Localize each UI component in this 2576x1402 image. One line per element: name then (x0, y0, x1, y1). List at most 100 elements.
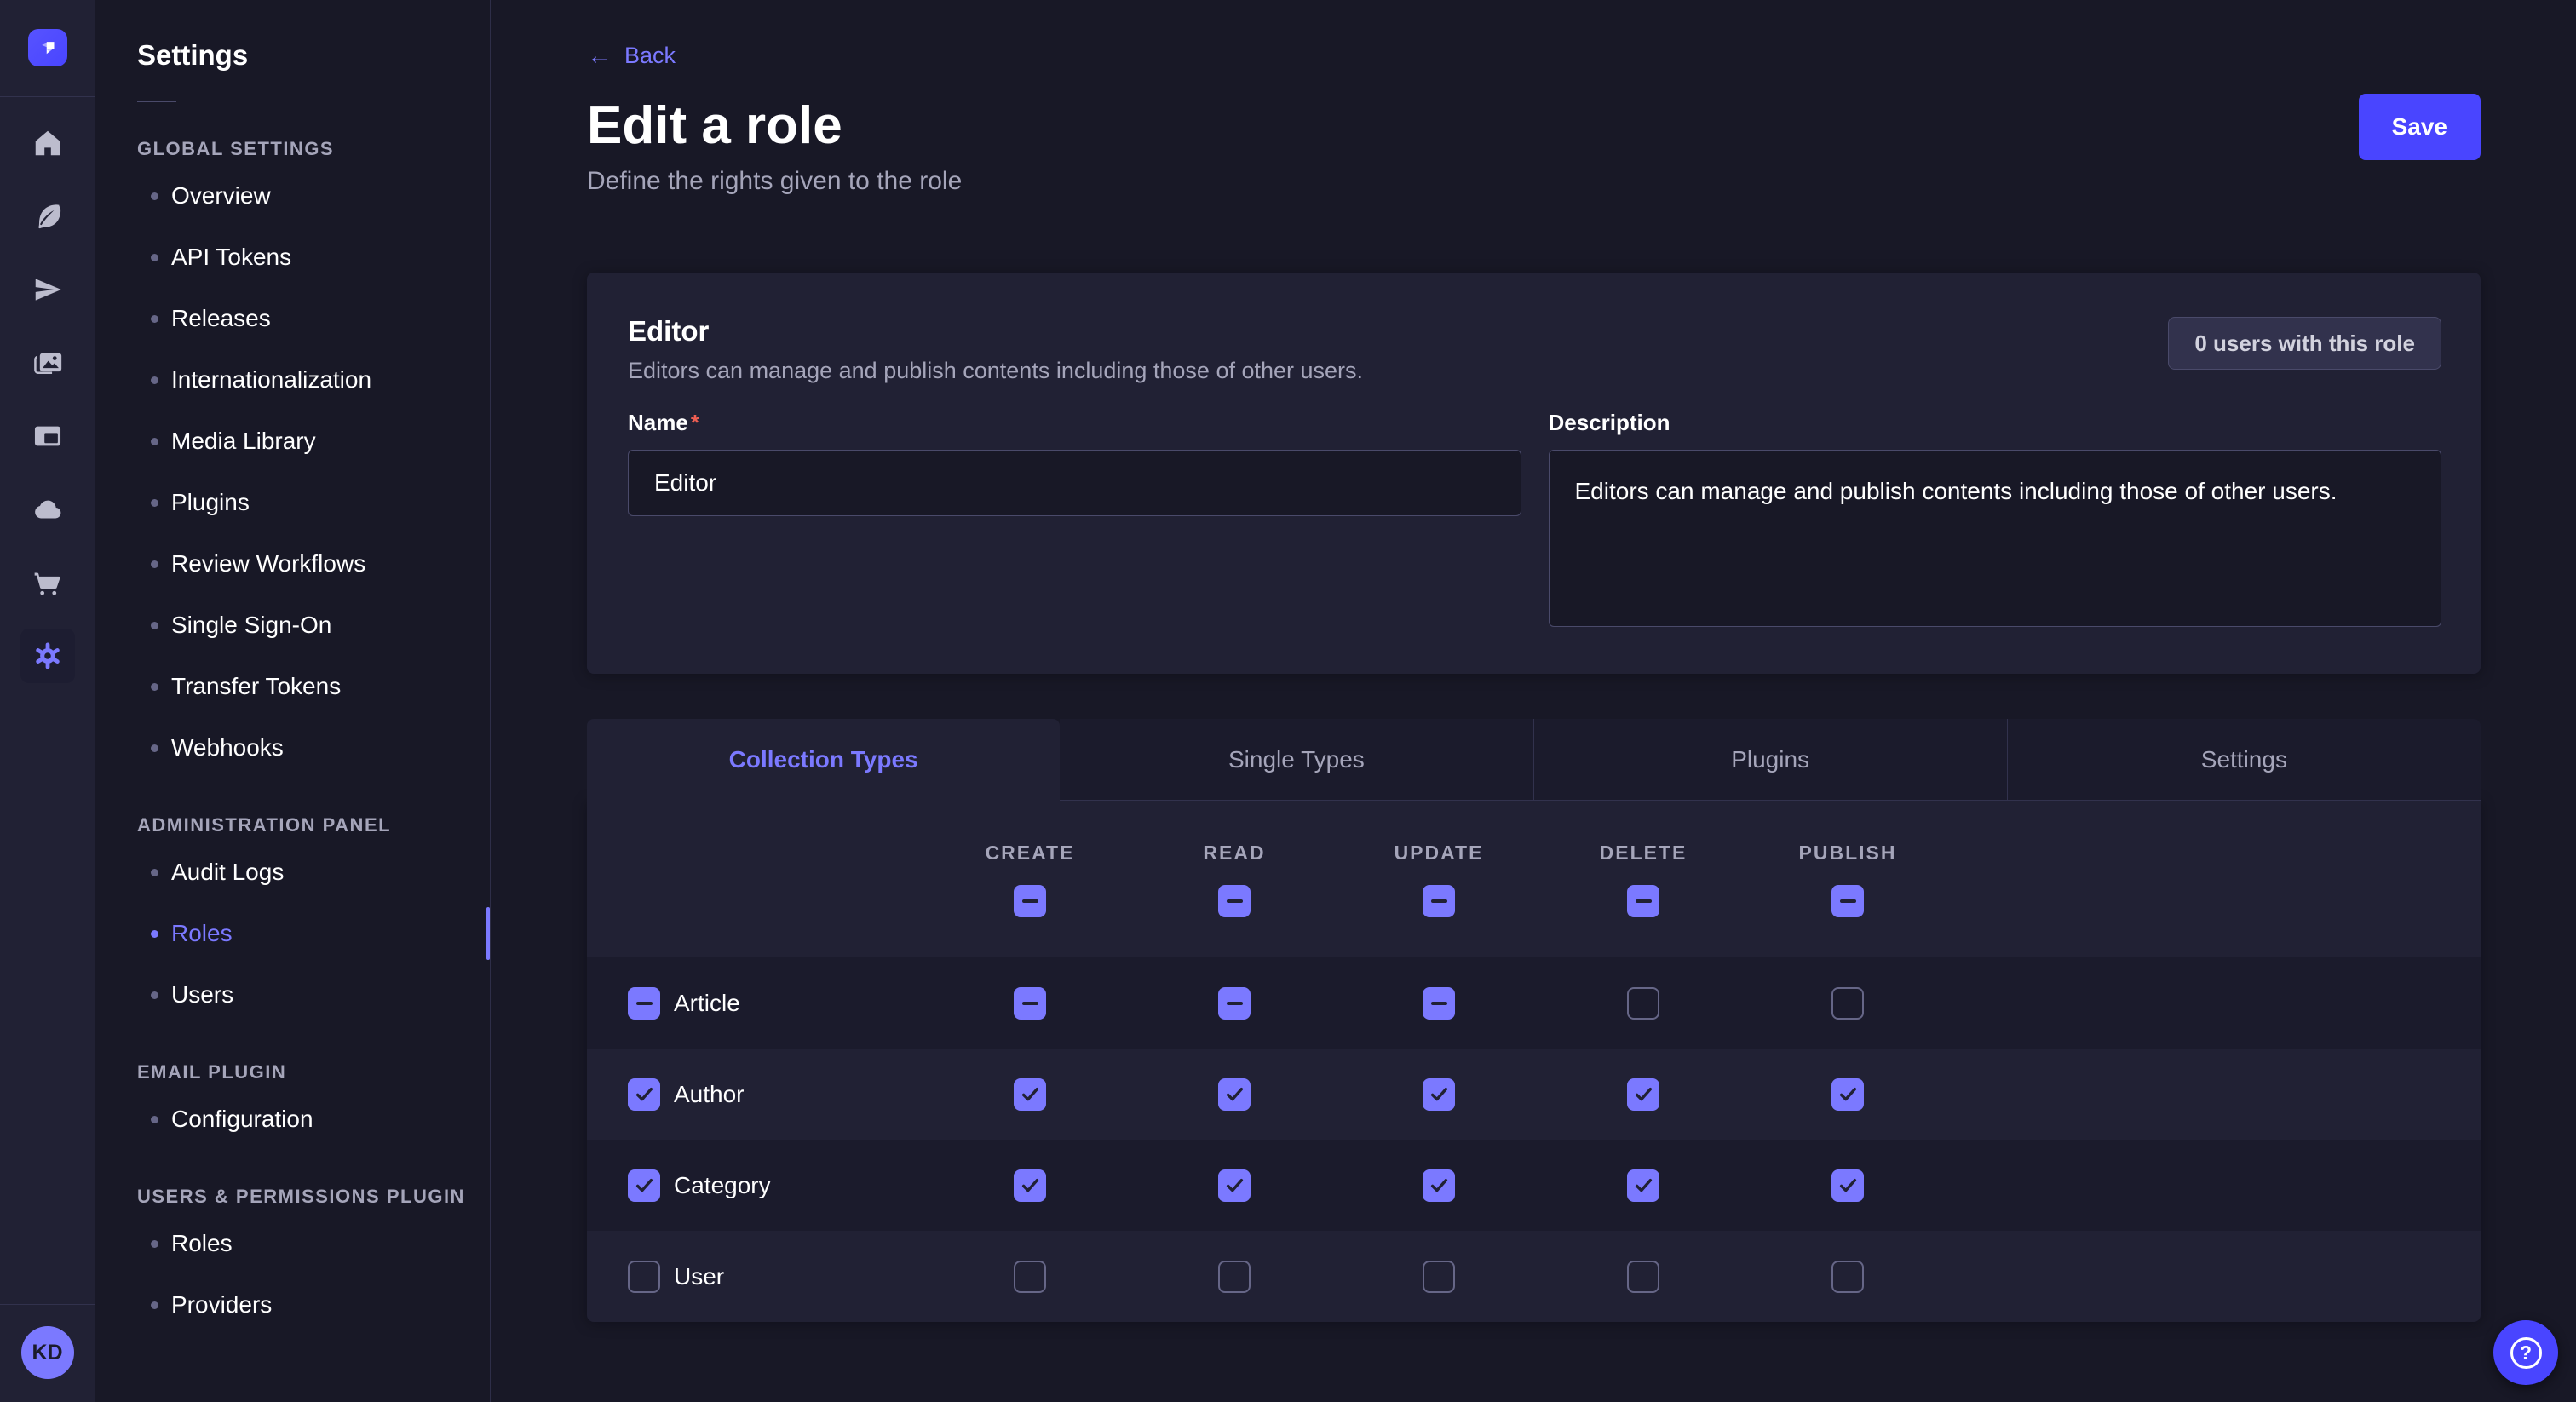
permissions-header-row: CREATEREADUPDATEDELETEPUBLISH (587, 801, 2481, 957)
category-read-checkbox[interactable] (1218, 1169, 1251, 1202)
settings-icon (32, 640, 64, 672)
sidebar-section-label: GLOBAL SETTINGS (137, 138, 490, 160)
permission-cell (1745, 1261, 1950, 1293)
sidebar-item-api-tokens[interactable]: API Tokens (137, 227, 490, 288)
article-create-checkbox[interactable] (1014, 987, 1046, 1020)
name-field-group: Name* (628, 410, 1521, 631)
select-all-create-checkbox[interactable] (1014, 885, 1046, 917)
sidebar-item-providers[interactable]: Providers (137, 1274, 490, 1336)
article-publish-checkbox[interactable] (1831, 987, 1864, 1020)
select-row-author-checkbox[interactable] (628, 1078, 660, 1111)
author-create-checkbox[interactable] (1014, 1078, 1046, 1111)
tab-single-types[interactable]: Single Types (1060, 719, 1532, 801)
back-arrow-icon: ← (587, 43, 612, 69)
back-link[interactable]: ← Back (587, 43, 676, 69)
sidebar-item-roles[interactable]: Roles (137, 903, 490, 964)
help-button[interactable]: ? (2493, 1320, 2558, 1385)
select-row-article-checkbox[interactable] (628, 987, 660, 1020)
user-read-checkbox[interactable] (1218, 1261, 1251, 1293)
user-delete-checkbox[interactable] (1627, 1261, 1659, 1293)
rail-item-cloud[interactable] (20, 482, 75, 537)
rail-item-content-type-builder[interactable] (20, 409, 75, 463)
row-label: Category (674, 1172, 771, 1199)
article-read-checkbox[interactable] (1218, 987, 1251, 1020)
sidebar-sections: GLOBAL SETTINGS OverviewAPI Tokens Release… (137, 138, 490, 1336)
row-label-cell: Category (628, 1169, 928, 1202)
sidebar-item-internationalization[interactable]: Internationalization (137, 349, 490, 411)
releases-icon (32, 273, 64, 306)
sidebar-item-label: Releases (171, 305, 271, 332)
category-update-checkbox[interactable] (1423, 1169, 1455, 1202)
sidebar-item-review-workflows[interactable]: Review Workflows (137, 533, 490, 595)
indeterminate-dash (1636, 899, 1652, 903)
tab-collection-types[interactable]: Collection Types (587, 719, 1060, 801)
sidebar-item-audit-logs[interactable]: Audit Logs (137, 842, 490, 903)
select-all-read-checkbox[interactable] (1218, 885, 1251, 917)
author-read-checkbox[interactable] (1218, 1078, 1251, 1111)
sidebar-item-webhooks[interactable]: Webhooks (137, 717, 490, 779)
author-update-checkbox[interactable] (1423, 1078, 1455, 1111)
question-mark-icon: ? (2510, 1337, 2542, 1369)
sidebar-item-label: Audit Logs (171, 859, 284, 886)
category-delete-checkbox[interactable] (1627, 1169, 1659, 1202)
rail-item-releases[interactable] (20, 262, 75, 317)
strapi-logo[interactable] (28, 29, 67, 66)
content-manager-icon (32, 200, 64, 233)
category-publish-checkbox[interactable] (1831, 1169, 1864, 1202)
select-all-update-checkbox[interactable] (1423, 885, 1455, 917)
permission-cell (1745, 1169, 1950, 1202)
sidebar-item-configuration[interactable]: Configuration (137, 1089, 490, 1150)
sidebar-item-roles[interactable]: Roles (137, 1213, 490, 1274)
sidebar-item-media-library[interactable]: Media Library (137, 411, 490, 472)
sidebar-item-label: Review Workflows (171, 550, 365, 577)
name-input[interactable] (628, 450, 1521, 516)
select-all-publish-checkbox[interactable] (1831, 885, 1864, 917)
indeterminate-dash (1227, 1002, 1243, 1005)
column-label-update: UPDATE (1394, 842, 1484, 865)
sidebar-item-overview[interactable]: Overview (137, 165, 490, 227)
rail-item-content-manager[interactable] (20, 189, 75, 244)
author-publish-checkbox[interactable] (1831, 1078, 1864, 1111)
select-row-user-checkbox[interactable] (628, 1261, 660, 1293)
cloud-icon (32, 493, 64, 526)
permission-cell (928, 1261, 1132, 1293)
avatar[interactable]: KD (21, 1326, 74, 1379)
rail-item-home[interactable] (20, 116, 75, 170)
permission-cell (1337, 987, 1541, 1020)
sidebar-section-label: EMAIL PLUGIN (137, 1061, 490, 1083)
tab-settings[interactable]: Settings (2007, 719, 2481, 801)
sidebar-item-label: Providers (171, 1291, 272, 1319)
sidebar-item-releases[interactable]: Releases (137, 288, 490, 349)
save-button[interactable]: Save (2359, 94, 2481, 160)
users-with-role-badge[interactable]: 0 users with this role (2168, 317, 2441, 370)
article-update-checkbox[interactable] (1423, 987, 1455, 1020)
rail-nav (20, 97, 75, 702)
description-textarea[interactable]: Editors can manage and publish contents … (1549, 450, 2442, 627)
category-create-checkbox[interactable] (1014, 1169, 1046, 1202)
indeterminate-dash (1227, 899, 1243, 903)
tab-plugins[interactable]: Plugins (1533, 719, 2007, 801)
name-label: Name* (628, 410, 1521, 436)
permission-cell (928, 987, 1132, 1020)
permission-cell (1745, 987, 1950, 1020)
article-delete-checkbox[interactable] (1627, 987, 1659, 1020)
rail-item-media-library[interactable] (20, 336, 75, 390)
user-create-checkbox[interactable] (1014, 1261, 1046, 1293)
sidebar-item-plugins[interactable]: Plugins (137, 472, 490, 533)
sidebar-item-single-sign-on[interactable]: Single Sign-On (137, 595, 490, 656)
select-all-delete-checkbox[interactable] (1627, 885, 1659, 917)
row-label-cell: Article (628, 987, 928, 1020)
sidebar-item-users[interactable]: Users (137, 964, 490, 1026)
user-publish-checkbox[interactable] (1831, 1261, 1864, 1293)
rail-item-settings[interactable] (20, 629, 75, 683)
permission-row-user: User (587, 1231, 2481, 1322)
rail-item-marketplace[interactable] (20, 555, 75, 610)
permission-cell (1337, 1078, 1541, 1111)
author-delete-checkbox[interactable] (1627, 1078, 1659, 1111)
select-row-category-checkbox[interactable] (628, 1169, 660, 1202)
permission-cell (1132, 1169, 1337, 1202)
user-update-checkbox[interactable] (1423, 1261, 1455, 1293)
permission-cell (1541, 1078, 1745, 1111)
sidebar-item-transfer-tokens[interactable]: Transfer Tokens (137, 656, 490, 717)
permission-cell (928, 1078, 1132, 1111)
